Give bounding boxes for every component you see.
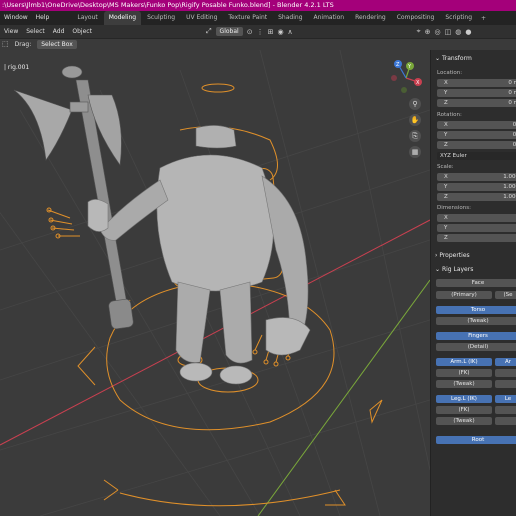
tab-animation[interactable]: Animation <box>309 11 350 25</box>
scale-label: Scale: <box>437 164 454 170</box>
rig-layers-panel-header[interactable]: ⌄ Rig Layers <box>435 266 473 273</box>
camera-view-icon[interactable]: ⎘ <box>409 130 421 142</box>
funko-body-model[interactable] <box>87 125 311 385</box>
rig-layer-secondary-button[interactable]: (Se <box>495 291 516 299</box>
add-workspace-button[interactable]: + <box>477 15 490 22</box>
snap-target-icon[interactable]: ⊞ <box>266 28 276 36</box>
top-menu-bar: Window Help Layout Modeling Sculpting UV… <box>0 11 516 25</box>
rig-layer-fingers-button[interactable]: Fingers <box>436 332 516 340</box>
transform-orientation-dropdown[interactable]: Global <box>215 27 243 36</box>
rig-layer-torso-tweak-button[interactable]: (Tweak) <box>436 317 516 325</box>
drag-mode-dropdown[interactable]: Select Box <box>37 39 77 49</box>
proportional-edit-icon[interactable]: ◉ <box>275 28 285 36</box>
rig-layer-fingers-detail-button[interactable]: (Detail) <box>436 343 516 351</box>
tab-layout[interactable]: Layout <box>72 11 102 25</box>
transform-panel-header[interactable]: ⌄ Transform <box>435 55 472 62</box>
rig-layer-root-button[interactable]: Root <box>436 436 516 444</box>
tab-compositing[interactable]: Compositing <box>392 11 440 25</box>
rotation-label: Rotation: <box>437 112 462 118</box>
wireframe-shading-icon[interactable]: ◍ <box>453 28 463 36</box>
viewport-scene <box>0 50 430 516</box>
menu-add[interactable]: Add <box>49 28 69 35</box>
rig-layer-leg-l-ik-button[interactable]: Leg.L (IK) <box>436 395 492 403</box>
scale-y-field[interactable]: Y1.000 <box>437 183 516 191</box>
properties-panel-header[interactable]: › Properties <box>435 252 470 259</box>
menu-window[interactable]: Window <box>0 11 32 25</box>
rig-layer-arm-l-ik-button[interactable]: Arm.L (IK) <box>436 358 492 366</box>
rotation-mode-dropdown[interactable]: XYZ Euler <box>437 152 516 160</box>
location-y-field[interactable]: Y0 m <box>437 89 516 97</box>
location-x-field[interactable]: X0 m <box>437 79 516 87</box>
perspective-toggle-icon[interactable]: ▦ <box>409 146 421 158</box>
snap-icon[interactable]: ⋮ <box>255 28 266 36</box>
solid-shading-icon[interactable]: ● <box>463 28 473 36</box>
pivot-point-icon[interactable]: ⊙ <box>245 28 255 36</box>
viewport-gizmo-icon[interactable]: ⊕ <box>423 28 433 36</box>
tab-sculpting[interactable]: Sculpting <box>142 11 180 25</box>
rig-layer-arm-r-fk-button[interactable] <box>495 369 516 377</box>
window-title: :\Users\Jlmb1\OneDrive\Desktop\MS Makers… <box>2 1 334 9</box>
pan-view-icon[interactable]: ✋ <box>409 114 421 126</box>
tab-shading[interactable]: Shading <box>273 11 307 25</box>
rig-layer-leg-fk-button[interactable]: (FK) <box>436 406 492 414</box>
drag-label: Drag: <box>14 40 32 48</box>
visibility-icon[interactable]: ⌖ <box>415 27 423 36</box>
zoom-view-icon[interactable]: ⚲ <box>409 98 421 110</box>
tab-scripting[interactable]: Scripting <box>440 11 477 25</box>
rig-layer-leg-r-ik-button[interactable]: Le <box>495 395 516 403</box>
rotation-x-field[interactable]: X0° <box>437 121 516 129</box>
tab-uv-editing[interactable]: UV Editing <box>181 11 222 25</box>
rig-layer-primary-button[interactable]: (Primary) <box>436 291 492 299</box>
dimensions-y-field[interactable]: Y <box>437 224 516 232</box>
xray-icon[interactable]: ◫ <box>443 28 454 36</box>
dimensions-z-field[interactable]: Z <box>437 234 516 242</box>
scale-z-field[interactable]: Z1.000 <box>437 193 516 201</box>
rig-layer-arm-fk-button[interactable]: (FK) <box>436 369 492 377</box>
location-z-field[interactable]: Z0 m <box>437 99 516 107</box>
overlays-icon[interactable]: ◎ <box>433 28 443 36</box>
rig-layer-arm-tweak-button[interactable]: (Tweak) <box>436 380 492 388</box>
dimensions-label: Dimensions: <box>437 205 471 211</box>
tab-modeling[interactable]: Modeling <box>103 11 142 25</box>
gizmo-x-label: X <box>416 80 420 86</box>
window-title-bar: :\Users\Jlmb1\OneDrive\Desktop\MS Makers… <box>0 0 516 11</box>
rig-layer-arm-r-tweak-button[interactable] <box>495 380 516 388</box>
transform-orientation-icon: ⤢ <box>205 27 212 35</box>
axe-model[interactable] <box>13 65 134 330</box>
navigation-gizmo[interactable]: X Y Z <box>386 58 426 98</box>
rotation-z-field[interactable]: Z0° <box>437 141 516 149</box>
active-object-label: | rig.001 <box>4 64 30 71</box>
rig-layer-face-button[interactable]: Face <box>436 279 516 287</box>
tab-rendering[interactable]: Rendering <box>350 11 391 25</box>
menu-object[interactable]: Object <box>68 28 96 35</box>
rig-layer-arm-r-ik-button[interactable]: Ar <box>495 358 516 366</box>
rotation-y-field[interactable]: Y0° <box>437 131 516 139</box>
select-tool-icon[interactable]: ⬚ <box>0 40 11 48</box>
rig-layer-torso-button[interactable]: Torso <box>436 306 516 314</box>
gizmo-z-label: Z <box>396 62 400 68</box>
falloff-icon[interactable]: ∧ <box>286 28 295 36</box>
rig-layer-leg-tweak-button[interactable]: (Tweak) <box>436 417 492 425</box>
y-axis-line <box>257 279 430 516</box>
tool-settings-row: ⬚ Drag: Select Box <box>0 38 430 50</box>
sidebar-n-panel: ⌄ Transform Location: X0 m Y0 m Z0 m Rot… <box>430 50 516 516</box>
scale-x-field[interactable]: X1.000 <box>437 173 516 181</box>
menu-select[interactable]: Select <box>22 28 49 35</box>
rig-layer-leg-r-tweak-button[interactable] <box>495 417 516 425</box>
menu-help[interactable]: Help <box>32 11 54 25</box>
dimensions-x-field[interactable]: X <box>437 214 516 222</box>
rig-layer-leg-r-fk-button[interactable] <box>495 406 516 414</box>
location-label: Location: <box>437 70 463 76</box>
viewport-header: View Select Add Object ⤢ Global ⊙ ⋮ ⊞ ◉ … <box>0 25 516 39</box>
tab-texture-paint[interactable]: Texture Paint <box>223 11 272 25</box>
3d-viewport[interactable]: | rig.001 X Y Z ⚲ ✋ ⎘ ▦ <box>0 50 430 516</box>
menu-view[interactable]: View <box>0 28 22 35</box>
